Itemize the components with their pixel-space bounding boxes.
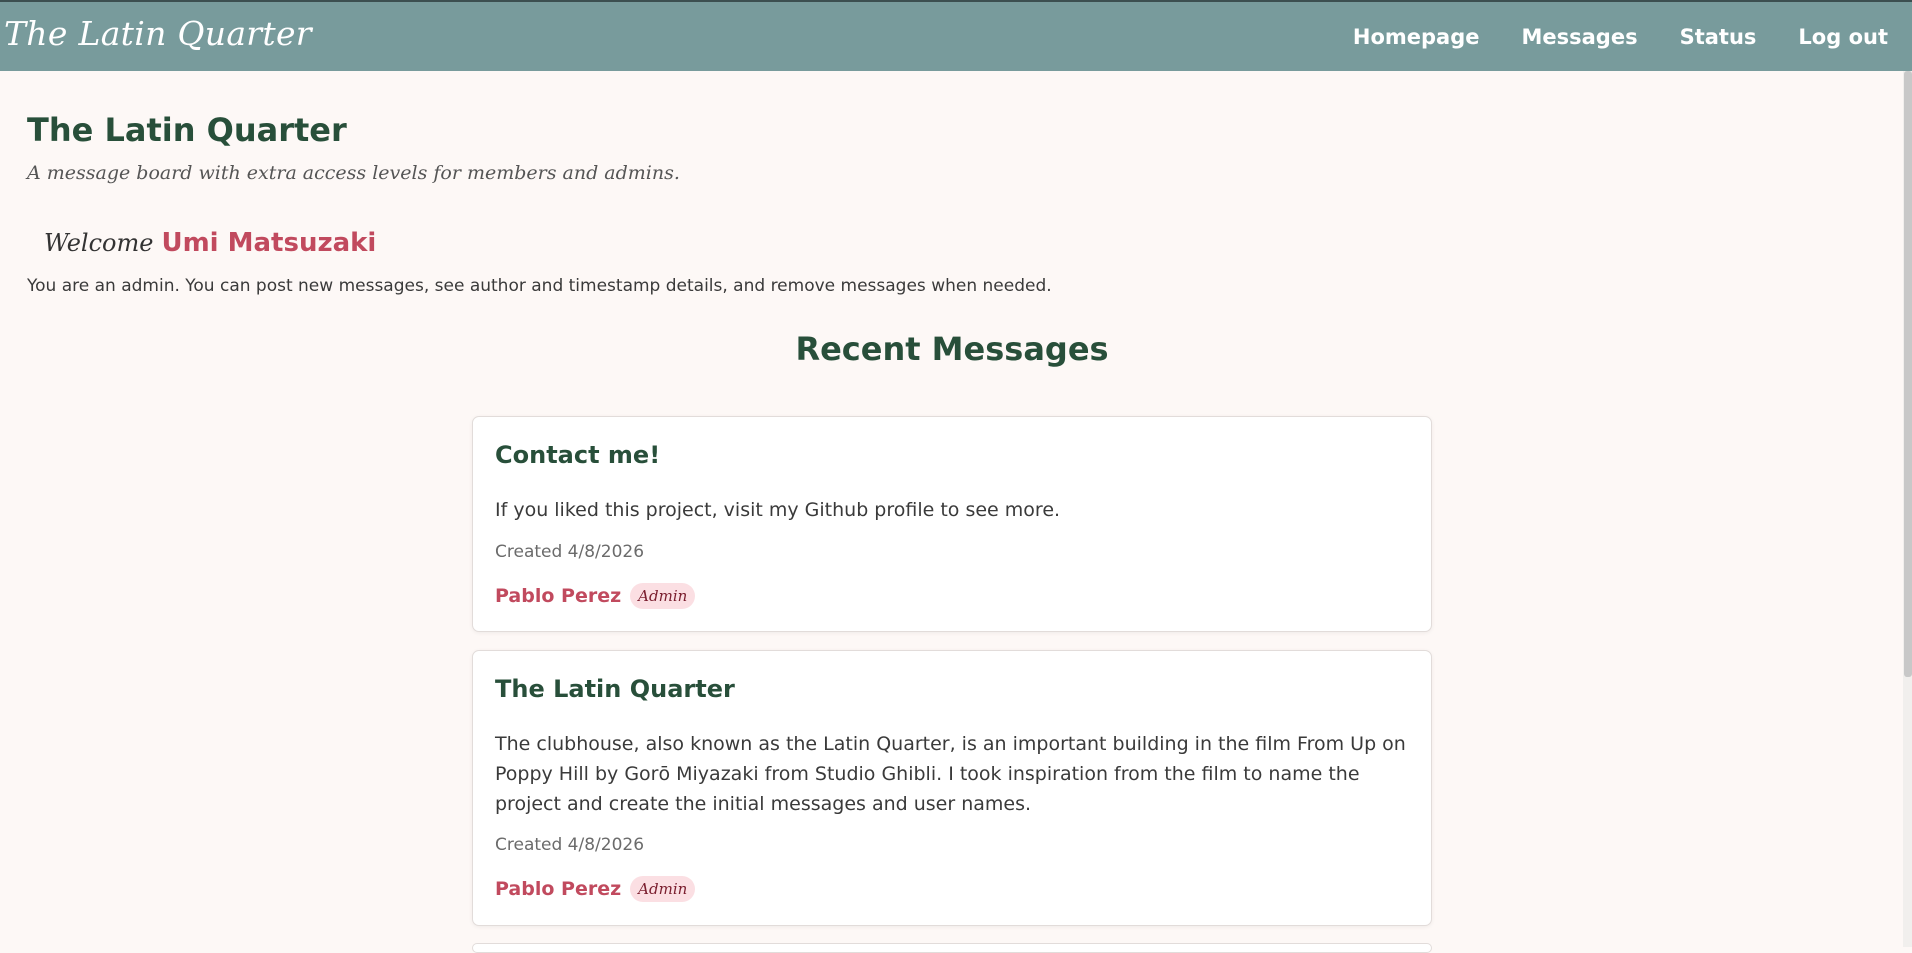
- message-body: The clubhouse, also known as the Latin Q…: [495, 733, 1406, 815]
- role-badge: Admin: [630, 876, 696, 902]
- role-description: You are an admin. You can post new messa…: [27, 276, 1052, 296]
- message-card-partial: [472, 943, 1432, 953]
- top-navbar: The Latin Quarter Homepage Messages Stat…: [0, 0, 1912, 71]
- message-created-date: Created 4/8/2026: [495, 542, 645, 562]
- page-scrollbar-thumb[interactable]: [1904, 71, 1912, 677]
- message-author: Pablo Perez Admin: [495, 876, 696, 902]
- page-tagline: A message board with extra access levels…: [27, 162, 680, 184]
- message-created-date: Created 4/8/2026: [495, 835, 645, 855]
- brand-logo-link[interactable]: The Latin Quarter: [4, 14, 312, 53]
- role-badge: Admin: [630, 583, 696, 609]
- nav-link-log-out[interactable]: Log out: [1798, 25, 1888, 49]
- message-body: If you liked this project, visit my Gith…: [495, 499, 1061, 521]
- section-title-recent-messages: Recent Messages: [795, 330, 1109, 368]
- welcome-line: Welcome Umi Matsuzaki: [44, 228, 376, 258]
- welcome-word: Welcome: [44, 229, 154, 257]
- author-name: Pablo Perez: [495, 585, 622, 607]
- nav-link-status[interactable]: Status: [1680, 25, 1757, 49]
- message-author: Pablo Perez Admin: [495, 583, 696, 609]
- message-title: The Latin Quarter: [495, 675, 735, 703]
- author-name: Pablo Perez: [495, 878, 622, 900]
- user-name: Umi Matsuzaki: [161, 228, 377, 258]
- nav-link-homepage[interactable]: Homepage: [1353, 25, 1480, 49]
- nav-link-messages[interactable]: Messages: [1522, 25, 1638, 49]
- message-card: The Latin Quarter The clubhouse, also kn…: [472, 650, 1432, 926]
- message-title: Contact me!: [495, 441, 661, 469]
- main-nav: Homepage Messages Status Log out: [1353, 2, 1912, 71]
- page-title: The Latin Quarter: [27, 111, 347, 149]
- message-card: Contact me! If you liked this project, v…: [472, 416, 1432, 632]
